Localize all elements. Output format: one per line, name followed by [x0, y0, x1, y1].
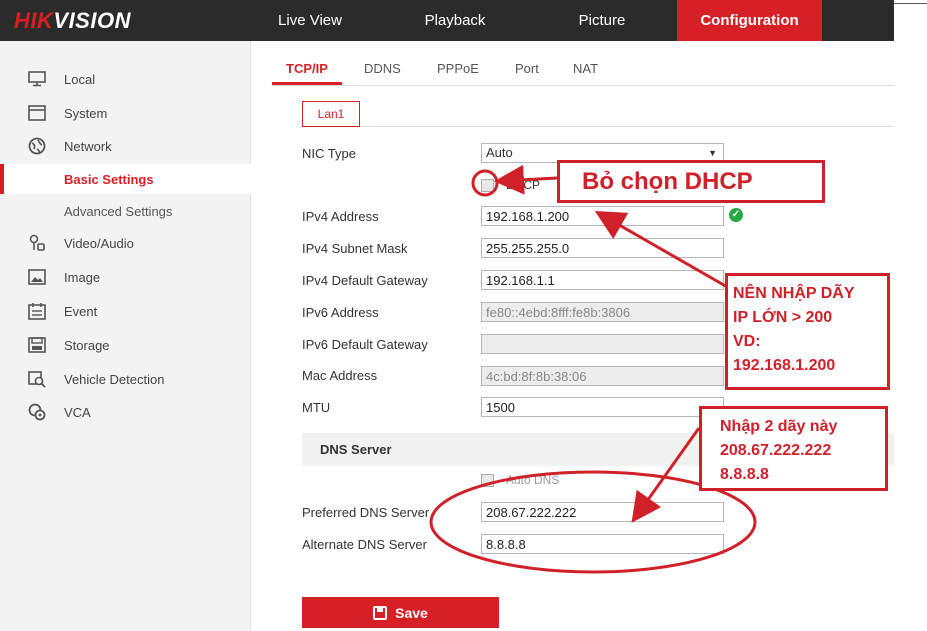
top-divider	[894, 3, 927, 4]
sidebar-item-advanced-settings[interactable]: Advanced Settings	[0, 196, 251, 226]
ipv6-gateway-label: IPv6 Default Gateway	[302, 337, 428, 352]
save-button-label: Save	[395, 604, 428, 621]
sidebar-item-label: System	[64, 105, 108, 121]
dns-note-line: 8.8.8.8	[720, 466, 769, 483]
sidebar-item-network[interactable]: Network	[0, 131, 251, 161]
ip-note-line: 192.168.1.200	[733, 357, 836, 374]
mtu-label: MTU	[302, 400, 331, 415]
sidebar-item-storage[interactable]: Storage	[0, 330, 251, 360]
mtu-input[interactable]	[481, 397, 724, 417]
sidebar-item-vehicle-detection[interactable]: Vehicle Detection	[0, 364, 251, 394]
monitor-icon	[26, 68, 48, 90]
tab-ddns[interactable]: DDNS	[364, 61, 401, 76]
vehicle-icon	[26, 368, 48, 390]
ipv4-subnet-mask-label: IPv4 Subnet Mask	[302, 241, 408, 256]
top-navigation-bar: HIKVISION Live View Playback Picture Con…	[0, 0, 894, 41]
floppy-disk-icon	[373, 605, 388, 620]
sidebar-item-vca[interactable]: VCA	[0, 397, 251, 427]
ip-note-line: VD:	[733, 333, 761, 350]
alternate-dns-input[interactable]	[481, 534, 724, 554]
subtab-divider	[360, 126, 894, 127]
ip-note-line: IP LỚN > 200	[733, 309, 833, 326]
tab-tcp-ip[interactable]: TCP/IP	[286, 61, 328, 76]
tab-port[interactable]: Port	[515, 61, 539, 76]
sidebar-item-label: Video/Audio	[64, 235, 134, 251]
sidebar-item-label: Network	[64, 138, 112, 154]
dns-note-line: Nhập 2 dãy này	[720, 418, 838, 435]
globe-icon	[26, 135, 48, 157]
nav-picture[interactable]: Picture	[542, 0, 662, 41]
storage-icon	[26, 334, 48, 356]
sidebar-item-local[interactable]: Local	[0, 64, 251, 94]
sidebar-item-label: Advanced Settings	[64, 203, 173, 219]
sidebar-item-label: Local	[64, 71, 96, 87]
sidebar-item-label: Vehicle Detection	[64, 371, 165, 387]
dns-server-title: DNS Server	[320, 442, 392, 457]
sidebar-item-event[interactable]: Event	[0, 296, 251, 326]
auto-dns-label: Auto DNS	[506, 473, 560, 487]
preferred-dns-input[interactable]	[481, 502, 724, 522]
ipv6-address-label: IPv6 Address	[302, 305, 379, 320]
ipv4-gateway-input[interactable]	[481, 270, 724, 290]
alternate-dns-label: Alternate DNS Server	[302, 537, 427, 552]
preferred-dns-label: Preferred DNS Server	[302, 505, 430, 520]
sidebar-item-label: Event	[64, 303, 98, 319]
calendar-icon	[26, 300, 48, 322]
ipv4-address-label: IPv4 Address	[302, 209, 379, 224]
sidebar-item-label: Basic Settings	[64, 171, 154, 187]
sidebar-item-label: VCA	[64, 404, 91, 420]
vca-icon	[26, 401, 48, 423]
sidebar-item-image[interactable]: Image	[0, 262, 251, 292]
sidebar-item-label: Image	[64, 269, 101, 285]
ip-note-line: NÊN NHẬP DÃY	[733, 285, 855, 302]
valid-check-icon: ✓	[729, 208, 743, 222]
ipv4-address-input[interactable]	[481, 206, 724, 226]
ipv6-gateway-input	[481, 334, 724, 354]
sidebar-item-label: Storage	[64, 337, 110, 353]
dns-note-box: Nhập 2 dãy này 208.67.222.222 8.8.8.8	[699, 406, 888, 491]
auto-dns-checkbox[interactable]	[481, 474, 494, 487]
ip-note-box: NÊN NHẬP DÃY IP LỚN > 200 VD: 192.168.1.…	[725, 273, 890, 390]
tab-pppoe[interactable]: PPPoE	[437, 61, 479, 76]
sidebar: Local System Network Basic Settings Adva…	[0, 41, 251, 631]
dhcp-label: DHCP	[506, 178, 541, 192]
dns-note-line: 208.67.222.222	[720, 442, 832, 459]
sidebar-item-basic-settings[interactable]: Basic Settings	[0, 164, 251, 194]
nav-configuration[interactable]: Configuration	[677, 0, 822, 41]
nic-type-label: NIC Type	[302, 146, 356, 161]
mac-address-label: Mac Address	[302, 368, 378, 383]
nav-live-view[interactable]: Live View	[250, 0, 370, 41]
ipv4-gateway-label: IPv4 Default Gateway	[302, 273, 428, 288]
ipv6-address-input	[481, 302, 724, 322]
sidebar-item-video-audio[interactable]: Video/Audio	[0, 228, 251, 258]
nic-type-value: Auto	[486, 145, 513, 160]
dhcp-note-text: Bỏ chọn DHCP	[582, 168, 753, 195]
image-icon	[26, 266, 48, 288]
subtab-lan1[interactable]: Lan1	[302, 101, 360, 127]
camera-mic-icon	[26, 232, 48, 254]
window-icon	[26, 102, 48, 124]
tab-divider	[272, 85, 894, 86]
mac-address-input	[481, 366, 724, 386]
dhcp-checkbox[interactable]	[481, 179, 494, 192]
dhcp-note-box: Bỏ chọn DHCP	[557, 160, 825, 203]
nav-playback[interactable]: Playback	[395, 0, 515, 41]
ipv4-subnet-mask-input[interactable]	[481, 238, 724, 258]
hikvision-logo: HIKVISION	[14, 8, 131, 33]
save-button[interactable]: Save	[302, 597, 499, 628]
sidebar-item-system[interactable]: System	[0, 98, 251, 128]
tab-nat[interactable]: NAT	[573, 61, 598, 76]
